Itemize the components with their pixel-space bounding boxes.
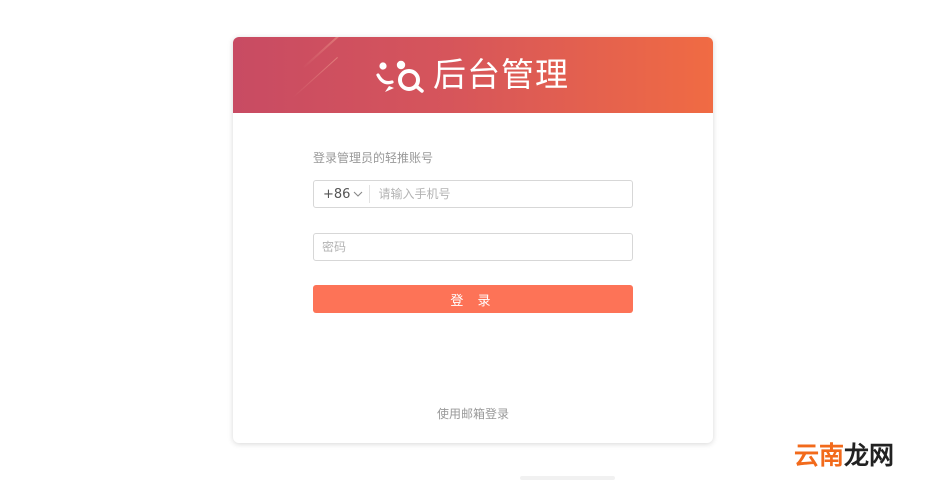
country-code-value: +86 <box>323 186 351 202</box>
chevron-down-icon <box>354 191 363 197</box>
email-login-link[interactable]: 使用邮箱登录 <box>233 405 713 422</box>
country-code-select[interactable]: +86 <box>314 185 371 203</box>
decorative-streak <box>302 37 364 69</box>
header-banner: 后台管理 <box>233 37 713 113</box>
password-field <box>313 233 633 261</box>
login-form: 登录管理员的轻推账号 +86 登 录 <box>313 149 633 313</box>
brand: 后台管理 <box>375 55 569 95</box>
decorative-divider <box>520 476 615 480</box>
phone-input[interactable] <box>370 181 632 207</box>
people-chat-logo-icon <box>376 60 424 93</box>
decorative-streak <box>292 56 338 98</box>
page-title: 后台管理 <box>433 55 569 94</box>
watermark-part-2: 龙网 <box>843 441 894 470</box>
watermark-part-1: 云南 <box>793 441 844 470</box>
login-button[interactable]: 登 录 <box>313 285 633 313</box>
watermark: 云南龙网 <box>794 436 894 472</box>
form-label: 登录管理员的轻推账号 <box>313 151 434 165</box>
phone-field: +86 <box>313 180 633 208</box>
password-input[interactable] <box>314 234 632 260</box>
login-card: 后台管理 登录管理员的轻推账号 +86 登 录 使用邮箱登录 <box>233 37 713 443</box>
